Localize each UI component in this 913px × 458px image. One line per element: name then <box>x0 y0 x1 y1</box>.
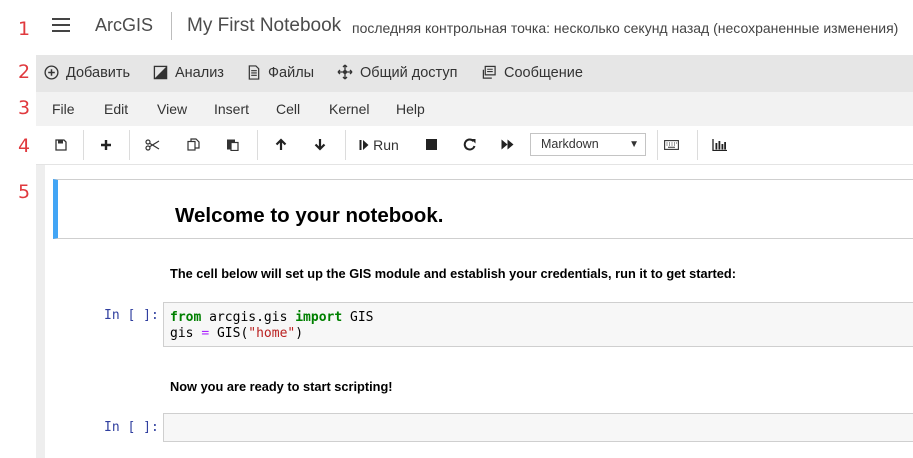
restart-button[interactable] <box>457 132 481 158</box>
menu-cell[interactable]: Cell <box>276 92 300 126</box>
move-up-button[interactable] <box>269 132 293 158</box>
notebook-name[interactable]: My First Notebook <box>187 15 341 37</box>
toolbar-divider <box>129 130 130 160</box>
callout-4: 4 <box>18 135 31 157</box>
arcgis-toolbar: Добавить Анализ Файлы Общий доступ Сообщ… <box>36 55 913 92</box>
add-button[interactable]: Добавить <box>44 55 130 92</box>
callout-5: 5 <box>18 181 31 203</box>
empty-code-cell[interactable] <box>163 413 913 442</box>
callout-1: 1 <box>18 18 31 40</box>
stop-icon <box>425 139 437 151</box>
toolbar-divider <box>657 130 658 160</box>
callout-2: 2 <box>18 61 31 83</box>
menu-edit[interactable]: Edit <box>104 92 128 126</box>
restart-icon <box>463 138 475 151</box>
insert-cell-button[interactable] <box>95 132 117 158</box>
toolbar-divider <box>345 130 346 160</box>
notebook-page: Welcome to your notebook. The cell below… <box>45 165 913 458</box>
code-operator: = <box>201 326 210 341</box>
callout-3: 3 <box>18 97 31 119</box>
message-icon <box>482 65 496 79</box>
copy-icon <box>186 138 200 151</box>
files-label: Файлы <box>268 65 315 81</box>
toolbar-divider <box>83 130 84 160</box>
menu-insert[interactable]: Insert <box>214 92 249 126</box>
code-cell[interactable]: from arcgis.gis import GIS gis = GIS("ho… <box>163 302 913 347</box>
command-palette-button[interactable] <box>660 132 682 158</box>
menu-help[interactable]: Help <box>396 92 425 126</box>
notebook-area: Welcome to your notebook. The cell below… <box>36 165 913 458</box>
code-keyword: import <box>295 310 343 325</box>
message-button[interactable]: Сообщение <box>481 55 583 92</box>
cell-type-value: Markdown <box>541 137 599 151</box>
save-icon <box>55 139 67 151</box>
save-button[interactable] <box>50 132 72 158</box>
cut-button[interactable] <box>140 132 164 158</box>
chart-icon <box>711 138 727 151</box>
run-all-button[interactable] <box>495 132 519 158</box>
notebook-header: ArcGIS My First Notebook последняя контр… <box>36 0 913 55</box>
paste-icon <box>226 139 239 152</box>
toolbar-divider <box>257 130 258 160</box>
move-down-icon <box>314 139 326 151</box>
share-button[interactable]: Общий доступ <box>337 55 457 92</box>
code-text: arcgis.gis <box>201 310 296 325</box>
move-up-icon <box>275 138 287 151</box>
cut-icon <box>144 139 159 151</box>
files-button[interactable]: Файлы <box>247 55 314 92</box>
file-icon <box>248 65 260 80</box>
header-divider <box>171 12 172 40</box>
add-label: Добавить <box>66 65 131 81</box>
input-prompt: In [ ]: <box>104 420 159 435</box>
menu-bar: File Edit View Insert Cell Kernel Help <box>36 92 913 126</box>
plus-circle-icon <box>44 65 59 80</box>
notebook-toolbar: Run Markdown ▼ <box>36 126 913 165</box>
menu-kernel[interactable]: Kernel <box>329 92 369 126</box>
menu-view[interactable]: View <box>157 92 187 126</box>
run-label: Run <box>373 137 399 153</box>
code-text: gis <box>170 326 202 341</box>
run-button[interactable]: Run <box>356 132 402 158</box>
code-string: "home" <box>248 326 296 341</box>
app-title[interactable]: ArcGIS <box>95 15 153 36</box>
cell-type-select[interactable]: Markdown ▼ <box>530 133 646 156</box>
code-keyword: from <box>170 310 202 325</box>
move-down-button[interactable] <box>308 132 332 158</box>
chart-button[interactable] <box>708 132 730 158</box>
intro-text: The cell below will set up the GIS modul… <box>170 266 737 281</box>
analysis-button[interactable]: Анализ <box>153 55 224 92</box>
welcome-heading: Welcome to your notebook. <box>175 204 444 227</box>
ready-text: Now you are ready to start scripting! <box>170 379 393 394</box>
toolbar-divider <box>697 130 698 160</box>
analysis-label: Анализ <box>175 65 224 81</box>
checkpoint-status: последняя контрольная точка: несколько с… <box>352 20 899 36</box>
hamburger-menu-icon[interactable] <box>52 18 70 32</box>
analysis-icon <box>153 65 168 80</box>
share-icon <box>337 64 353 80</box>
paste-button[interactable] <box>220 132 244 158</box>
insert-cell-icon <box>101 139 111 150</box>
markdown-cell-selected[interactable]: Welcome to your notebook. <box>53 179 913 239</box>
message-label: Сообщение <box>504 65 583 81</box>
keyboard-icon <box>663 139 679 150</box>
share-label: Общий доступ <box>360 65 458 81</box>
code-text: GIS <box>342 310 374 325</box>
code-text: ) <box>295 326 304 341</box>
menu-file[interactable]: File <box>52 92 75 126</box>
copy-button[interactable] <box>181 132 205 158</box>
run-icon <box>359 140 369 150</box>
fast-forward-icon <box>501 139 513 150</box>
interrupt-button[interactable] <box>420 132 442 158</box>
dropdown-caret-icon: ▼ <box>629 139 639 150</box>
input-prompt: In [ ]: <box>104 308 159 323</box>
code-text: GIS( <box>209 326 249 341</box>
